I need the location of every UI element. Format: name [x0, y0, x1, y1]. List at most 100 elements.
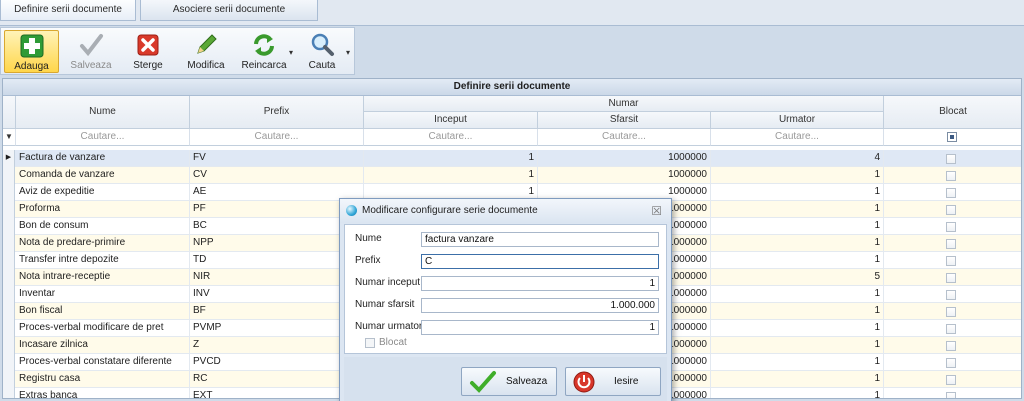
blocat-checkbox[interactable]: [946, 171, 956, 181]
cell-urmator[interactable]: 1: [711, 286, 884, 303]
cell-prefix[interactable]: EXT: [190, 388, 364, 398]
row-indicator[interactable]: [3, 218, 15, 235]
blocat-checkbox[interactable]: [946, 358, 956, 368]
column-header-nume[interactable]: Nume: [16, 96, 190, 129]
cell-urmator[interactable]: 1: [711, 167, 884, 184]
blocat-checkbox[interactable]: [946, 188, 956, 198]
cell-sfarsit[interactable]: 1000000: [538, 150, 711, 167]
blocat-checkbox[interactable]: [946, 205, 956, 215]
filter-prefix[interactable]: Cautare...: [190, 129, 364, 146]
cell-nume[interactable]: Factura de vanzare: [16, 150, 190, 167]
row-indicator[interactable]: [3, 303, 15, 320]
row-indicator[interactable]: [3, 252, 15, 269]
cell-inceput[interactable]: 1: [364, 150, 538, 167]
blocat-checkbox[interactable]: [365, 338, 375, 348]
delete-button[interactable]: Sterge: [123, 30, 173, 73]
tab-definire-serii[interactable]: Definire serii documente: [0, 0, 136, 21]
numar-urmator-field[interactable]: [421, 320, 659, 335]
cell-prefix[interactable]: PVMP: [190, 320, 364, 337]
row-indicator[interactable]: [3, 320, 15, 337]
cell-urmator[interactable]: 1: [711, 201, 884, 218]
column-header-urmator[interactable]: Urmator: [711, 112, 884, 129]
cell-urmator[interactable]: 1: [711, 235, 884, 252]
cell-nume[interactable]: Incasare zilnica: [16, 337, 190, 354]
cell-urmator[interactable]: 1: [711, 252, 884, 269]
row-indicator[interactable]: ▶: [3, 150, 15, 167]
cell-urmator[interactable]: 1: [711, 218, 884, 235]
cell-prefix[interactable]: FV: [190, 150, 364, 167]
cell-prefix[interactable]: NPP: [190, 235, 364, 252]
cell-urmator[interactable]: 1: [711, 320, 884, 337]
cell-urmator[interactable]: 1: [711, 388, 884, 398]
table-row[interactable]: Comanda de vanzare CV 1 1000000 1: [3, 167, 1021, 184]
cell-nume[interactable]: Aviz de expeditie: [16, 184, 190, 201]
cell-nume[interactable]: Extras banca: [16, 388, 190, 398]
tab-asociere-serii[interactable]: Asociere serii documente: [140, 0, 318, 21]
cell-sfarsit[interactable]: 1000000: [538, 167, 711, 184]
cell-prefix[interactable]: PF: [190, 201, 364, 218]
blocat-checkbox[interactable]: [946, 222, 956, 232]
cell-nume[interactable]: Proces-verbal modificare de pret: [16, 320, 190, 337]
cell-urmator[interactable]: 1: [711, 337, 884, 354]
blocat-checkbox[interactable]: [946, 154, 956, 164]
cell-urmator[interactable]: 1: [711, 303, 884, 320]
cell-nume[interactable]: Bon de consum: [16, 218, 190, 235]
filter-urmator[interactable]: Cautare...: [711, 129, 884, 146]
row-indicator[interactable]: [3, 167, 15, 184]
cell-nume[interactable]: Inventar: [16, 286, 190, 303]
save-button[interactable]: Salveaza: [63, 30, 119, 73]
search-button[interactable]: Cauta: [299, 30, 345, 73]
blocat-checkbox[interactable]: [946, 239, 956, 249]
filter-icon[interactable]: ▼: [3, 129, 16, 146]
cell-prefix[interactable]: CV: [190, 167, 364, 184]
filter-blocat[interactable]: [884, 129, 1021, 146]
edit-button[interactable]: Modifica: [179, 30, 233, 73]
cell-nume[interactable]: Nota intrare-receptie: [16, 269, 190, 286]
cell-prefix[interactable]: BC: [190, 218, 364, 235]
prefix-field[interactable]: [421, 254, 659, 269]
row-indicator[interactable]: [3, 184, 15, 201]
blocat-checkbox[interactable]: [946, 375, 956, 385]
reload-dropdown-icon[interactable]: ▾: [289, 48, 293, 57]
numar-inceput-field[interactable]: [421, 276, 659, 291]
blocat-checkbox[interactable]: [946, 392, 956, 398]
blocat-checkbox[interactable]: [946, 273, 956, 283]
search-dropdown-icon[interactable]: ▾: [346, 48, 350, 57]
cell-prefix[interactable]: BF: [190, 303, 364, 320]
column-header-blocat[interactable]: Blocat: [884, 96, 1021, 129]
dialog-exit-button[interactable]: Iesire: [565, 367, 661, 396]
cell-prefix[interactable]: NIR: [190, 269, 364, 286]
blocat-checkbox[interactable]: [946, 290, 956, 300]
filter-blocat-checkbox[interactable]: [947, 132, 957, 142]
column-header-sfarsit[interactable]: Sfarsit: [538, 112, 711, 129]
cell-nume[interactable]: Transfer intre depozite: [16, 252, 190, 269]
cell-prefix[interactable]: AE: [190, 184, 364, 201]
cell-prefix[interactable]: Z: [190, 337, 364, 354]
cell-urmator[interactable]: 1: [711, 184, 884, 201]
table-row[interactable]: ▶ Factura de vanzare FV 1 1000000 4: [3, 150, 1021, 167]
row-indicator[interactable]: [3, 371, 15, 388]
cell-urmator[interactable]: 1: [711, 354, 884, 371]
column-header-prefix[interactable]: Prefix: [190, 96, 364, 129]
row-indicator[interactable]: [3, 235, 15, 252]
nume-field[interactable]: [421, 232, 659, 247]
row-indicator[interactable]: [3, 201, 15, 218]
filter-inceput[interactable]: Cautare...: [364, 129, 538, 146]
cell-nume[interactable]: Proces-verbal constatare diferente: [16, 354, 190, 371]
cell-prefix[interactable]: RC: [190, 371, 364, 388]
column-header-inceput[interactable]: Inceput: [364, 112, 538, 129]
cell-urmator[interactable]: 1: [711, 371, 884, 388]
cell-prefix[interactable]: INV: [190, 286, 364, 303]
add-button[interactable]: Adauga: [4, 30, 59, 73]
blocat-checkbox[interactable]: [946, 307, 956, 317]
row-indicator[interactable]: [3, 354, 15, 371]
cell-inceput[interactable]: 1: [364, 167, 538, 184]
cell-nume[interactable]: Proforma: [16, 201, 190, 218]
dialog-save-button[interactable]: Salveaza: [461, 367, 557, 396]
cell-urmator[interactable]: 5: [711, 269, 884, 286]
cell-urmator[interactable]: 4: [711, 150, 884, 167]
numar-sfarsit-field[interactable]: [421, 298, 659, 313]
blocat-checkbox[interactable]: [946, 324, 956, 334]
cell-nume[interactable]: Registru casa: [16, 371, 190, 388]
close-icon[interactable]: ☒: [651, 199, 662, 223]
